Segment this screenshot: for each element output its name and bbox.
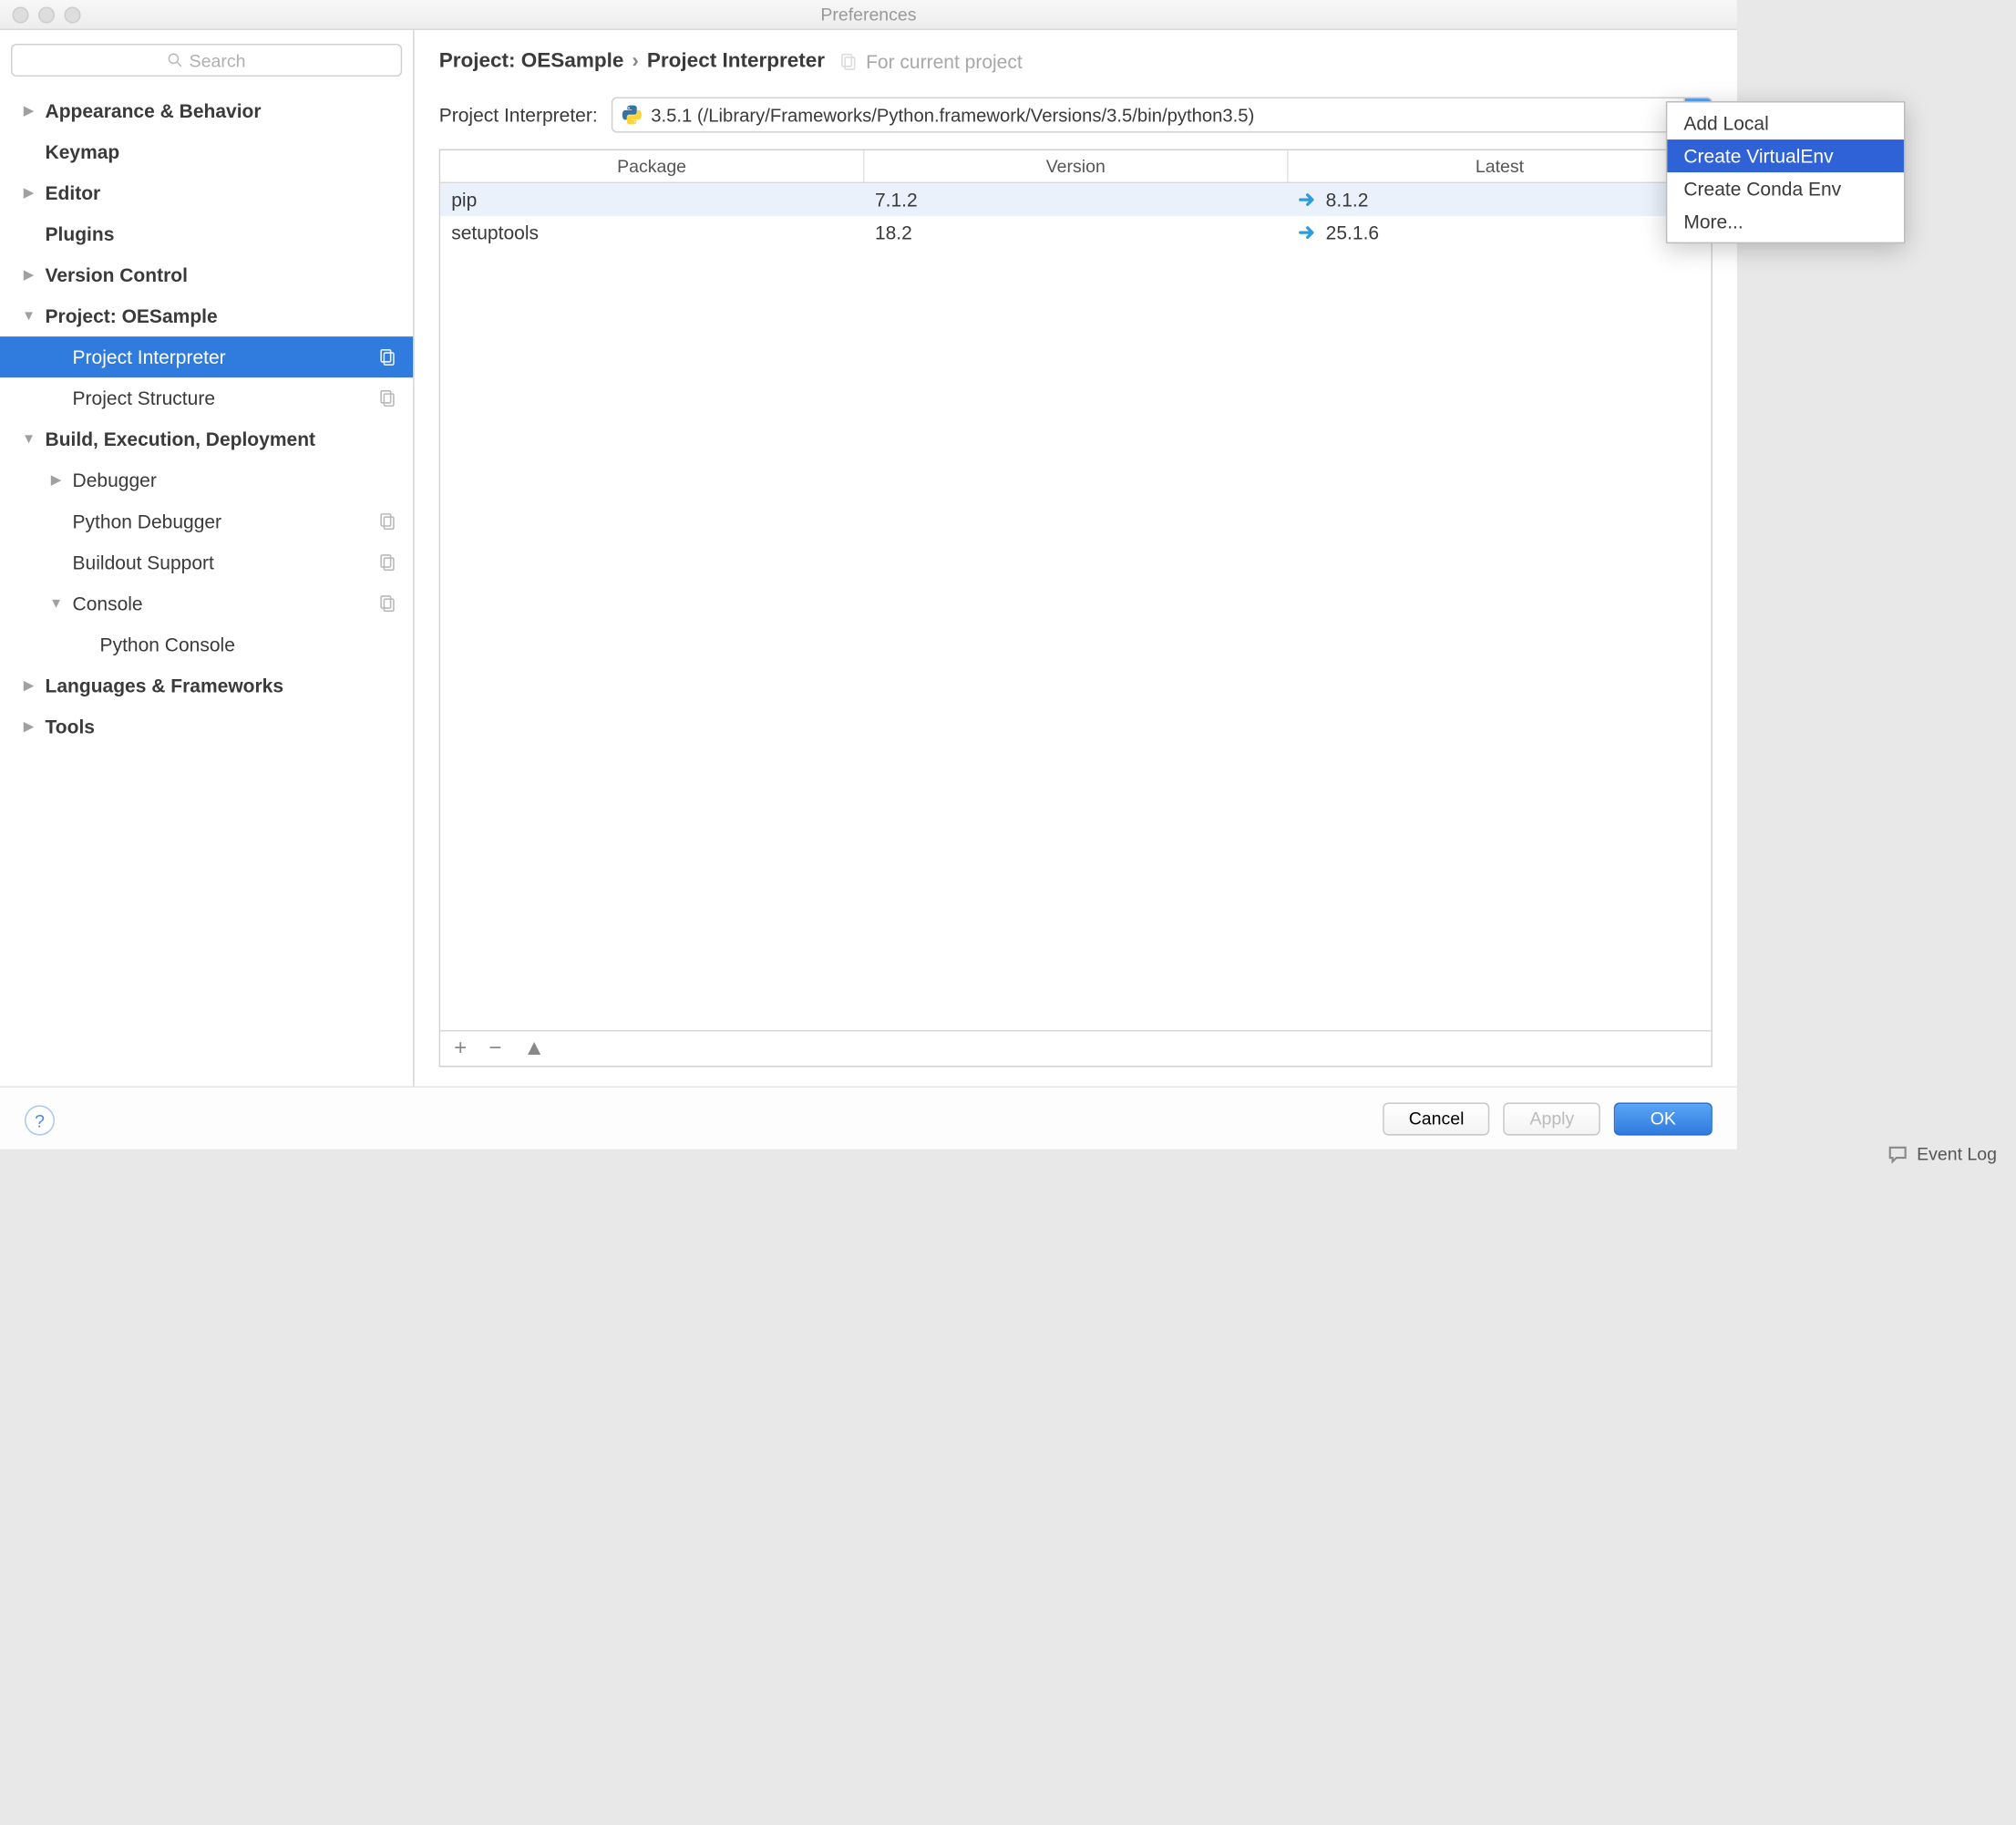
sidebar-item-python-console[interactable]: Python Console	[0, 624, 413, 665]
titlebar: Preferences	[0, 0, 1737, 30]
interpreter-combobox[interactable]: 3.5.1 (/Library/Frameworks/Python.framew…	[612, 98, 1713, 133]
sidebar-item-keymap[interactable]: Keymap	[0, 131, 413, 172]
chat-bubble-icon	[1888, 1143, 1909, 1164]
sidebar-item-project-structure[interactable]: Project Structure	[0, 377, 413, 418]
main-panel: Project: OESample › Project Interpreter …	[415, 30, 1737, 1087]
breadcrumb-note: For current project	[866, 50, 1023, 72]
sidebar-item-project-interpreter[interactable]: Project Interpreter	[0, 336, 413, 377]
search-input[interactable]: Search	[11, 44, 402, 77]
ok-button[interactable]: OK	[1614, 1102, 1713, 1135]
breadcrumb-project: Project: OESample	[439, 49, 624, 73]
dialog-buttons: ? Cancel Apply OK	[0, 1087, 1737, 1150]
sidebar-item-label: Console	[73, 593, 143, 614]
sidebar-item-label: Python Debugger	[73, 510, 222, 532]
sidebar-item-python-debugger[interactable]: Python Debugger	[0, 500, 413, 541]
python-icon	[621, 104, 643, 126]
cell-version: 7.1.2	[864, 189, 1288, 211]
add-package-button[interactable]: +	[454, 1037, 467, 1059]
upgrade-arrow-icon	[1299, 191, 1318, 210]
sidebar-item-label: Tools	[46, 716, 95, 737]
sidebar-item-label: Project Structure	[73, 387, 215, 409]
sidebar-item-appearance-behavior[interactable]: ▶ Appearance & Behavior	[0, 90, 413, 131]
remove-package-button[interactable]: −	[489, 1037, 501, 1059]
sidebar-item-languages-frameworks[interactable]: ▶ Languages & Frameworks	[0, 665, 413, 706]
sidebar-item-build-execution-deployment[interactable]: ▼ Build, Execution, Deployment	[0, 418, 413, 459]
copy-icon	[838, 51, 858, 70]
sidebar-item-console[interactable]: ▼ Console	[0, 583, 413, 624]
disclosure-arrow-icon: ▼	[21, 431, 37, 447]
apply-button[interactable]: Apply	[1504, 1102, 1600, 1135]
cancel-button[interactable]: Cancel	[1383, 1102, 1490, 1135]
disclosure-arrow-icon: ▼	[48, 596, 65, 612]
sidebar-item-tools[interactable]: ▶ Tools	[0, 706, 413, 747]
cell-package: pip	[440, 189, 864, 211]
disclosure-arrow-icon: ▶	[21, 267, 37, 283]
table-row[interactable]: pip7.1.28.1.2	[440, 183, 1711, 216]
sidebar-item-label: Editor	[46, 182, 101, 204]
disclosure-arrow-icon: ▶	[21, 103, 37, 119]
interpreter-options-popup: Add LocalCreate VirtualEnvCreate Conda E…	[1666, 101, 1906, 243]
breadcrumb: Project: OESample › Project Interpreter …	[415, 30, 1737, 87]
col-version[interactable]: Version	[864, 150, 1288, 182]
sidebar-item-label: Version Control	[46, 264, 188, 286]
breadcrumb-separator: ›	[632, 49, 639, 73]
search-placeholder: Search	[190, 50, 246, 71]
menu-item-create-conda-env[interactable]: Create Conda Env	[1667, 172, 1904, 205]
disclosure-arrow-icon: ▶	[21, 185, 37, 201]
sidebar-item-label: Build, Execution, Deployment	[46, 428, 316, 450]
preferences-window: Preferences Search ▶ Appearance & Behavio…	[0, 0, 1737, 1150]
menu-item-create-virtualenv[interactable]: Create VirtualEnv	[1667, 139, 1904, 172]
cell-latest: 25.1.6	[1288, 222, 1712, 243]
cell-latest: 8.1.2	[1288, 189, 1712, 211]
table-header: Package Version Latest	[440, 150, 1711, 183]
sidebar-item-label: Languages & Frameworks	[46, 675, 284, 696]
cell-version: 18.2	[864, 222, 1288, 243]
search-icon	[168, 52, 184, 68]
status-bar: Event Log	[1869, 1136, 2016, 1171]
help-button[interactable]: ?	[25, 1106, 55, 1136]
sidebar-item-label: Keymap	[46, 141, 120, 163]
sidebar: Search ▶ Appearance & Behavior Keymap ▶ Edit…	[0, 30, 415, 1087]
sidebar-item-plugins[interactable]: Plugins	[0, 213, 413, 254]
menu-item-add-local[interactable]: Add Local	[1667, 107, 1904, 139]
sidebar-item-buildout-support[interactable]: Buildout Support	[0, 541, 413, 583]
disclosure-arrow-icon: ▶	[21, 719, 37, 735]
sidebar-item-label: Buildout Support	[73, 552, 214, 573]
disclosure-arrow-icon: ▼	[21, 308, 37, 324]
sidebar-item-debugger[interactable]: ▶ Debugger	[0, 459, 413, 500]
preferences-tree: ▶ Appearance & Behavior Keymap ▶ Editor Plugi…	[0, 88, 413, 1086]
sidebar-item-project-oesample[interactable]: ▼ Project: OESample	[0, 295, 413, 336]
table-row[interactable]: setuptools18.225.1.6	[440, 216, 1711, 249]
sidebar-item-label: Appearance & Behavior	[46, 100, 262, 122]
disclosure-arrow-icon: ▶	[21, 678, 37, 694]
upgrade-package-button[interactable]: ▲	[523, 1037, 545, 1059]
cell-package: setuptools	[440, 222, 864, 243]
sidebar-item-label: Project Interpreter	[73, 346, 226, 368]
packages-table: Package Version Latest pip7.1.28.1.2setu…	[439, 150, 1713, 1067]
sidebar-item-label: Project: OESample	[46, 305, 218, 327]
col-package[interactable]: Package	[440, 150, 864, 182]
sidebar-item-label: Plugins	[46, 223, 115, 245]
menu-item-more-[interactable]: More...	[1667, 205, 1904, 238]
sidebar-item-editor[interactable]: ▶ Editor	[0, 172, 413, 213]
packages-toolbar: + − ▲	[440, 1030, 1711, 1066]
window-title: Preferences	[0, 5, 1737, 26]
interpreter-label: Project Interpreter:	[439, 104, 598, 126]
sidebar-item-label: Debugger	[73, 469, 157, 491]
breadcrumb-page: Project Interpreter	[647, 49, 825, 73]
sidebar-item-label: Python Console	[100, 634, 235, 655]
event-log-link[interactable]: Event Log	[1917, 1143, 1997, 1164]
col-latest[interactable]: Latest	[1289, 150, 1712, 182]
sidebar-item-version-control[interactable]: ▶ Version Control	[0, 254, 413, 295]
disclosure-arrow-icon: ▶	[48, 472, 65, 488]
upgrade-arrow-icon	[1299, 223, 1318, 242]
interpreter-selected: 3.5.1 (/Library/Frameworks/Python.framew…	[651, 105, 1683, 126]
